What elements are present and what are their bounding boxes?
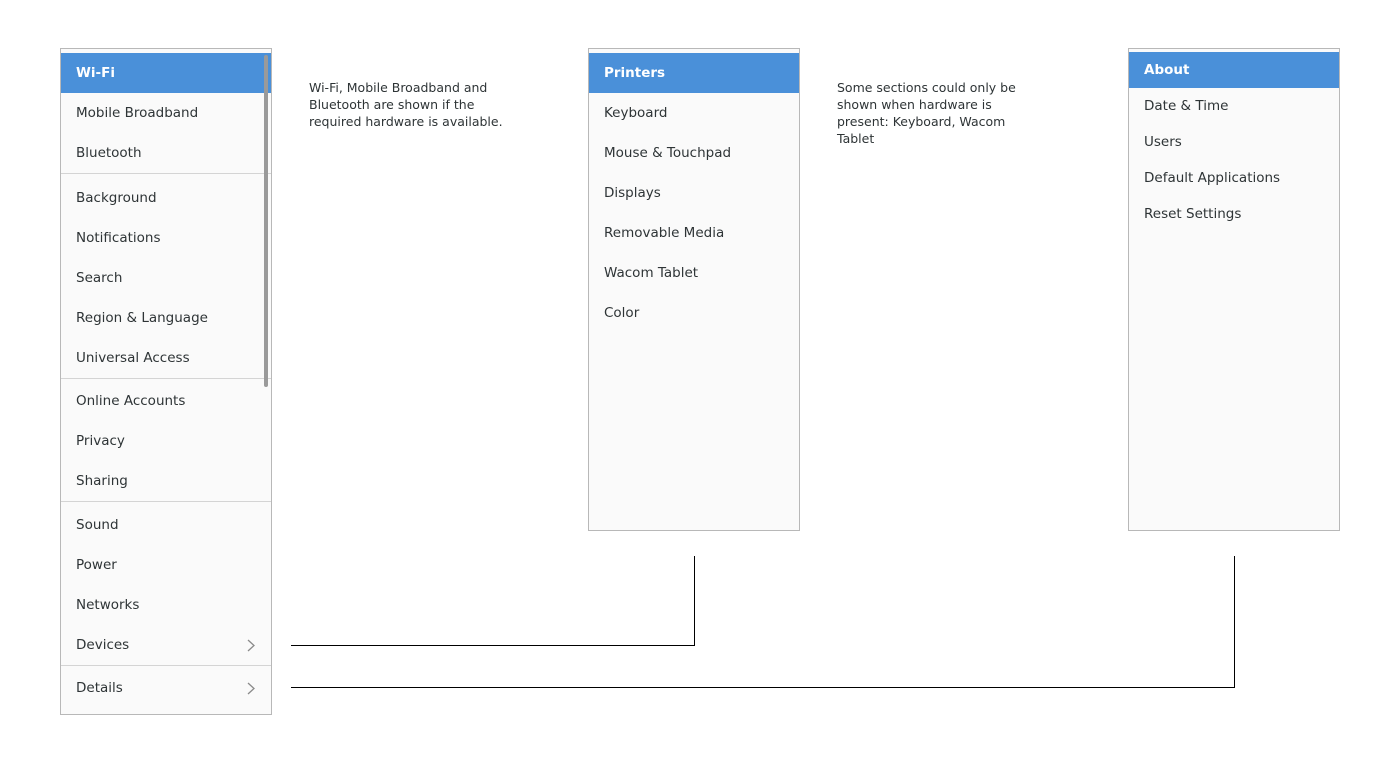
sidebar-item-privacy[interactable]: Privacy: [61, 421, 271, 461]
details-item-default-applications[interactable]: Default Applications: [1129, 160, 1339, 196]
sidebar-item-label: Devices: [76, 637, 130, 653]
details-item-about[interactable]: About: [1129, 52, 1339, 88]
sidebar-item-sound[interactable]: Sound: [61, 505, 271, 545]
connector-details-horizontal: [291, 687, 1235, 688]
sidebar-item-universal-access[interactable]: Universal Access: [61, 338, 271, 378]
devices-item-removable-media[interactable]: Removable Media: [589, 213, 799, 253]
sidebar-item-wifi[interactable]: Wi-Fi: [61, 53, 271, 93]
devices-item-color[interactable]: Color: [589, 293, 799, 333]
sidebar-item-search[interactable]: Search: [61, 258, 271, 298]
details-item-reset-settings[interactable]: Reset Settings: [1129, 196, 1339, 232]
sidebar-item-region-language[interactable]: Region & Language: [61, 298, 271, 338]
devices-item-mouse-touchpad[interactable]: Mouse & Touchpad: [589, 133, 799, 173]
details-panel: About Date & Time Users Default Applicat…: [1128, 48, 1340, 531]
sidebar-item-sharing[interactable]: Sharing: [61, 461, 271, 501]
annotation-note-hardware: Some sections could only be shown when h…: [837, 80, 1016, 146]
details-item-users[interactable]: Users: [1129, 124, 1339, 160]
sidebar-item-background[interactable]: Background: [61, 178, 271, 218]
chevron-right-icon: [247, 668, 255, 708]
details-item-date-time[interactable]: Date & Time: [1129, 88, 1339, 124]
chevron-right-icon: [247, 625, 255, 665]
sidebar-item-label: Details: [76, 680, 123, 696]
sidebar-item-details[interactable]: Details: [61, 668, 271, 708]
connector-devices-horizontal: [291, 645, 695, 646]
devices-item-keyboard[interactable]: Keyboard: [589, 93, 799, 133]
sidebar-item-power[interactable]: Power: [61, 545, 271, 585]
devices-item-displays[interactable]: Displays: [589, 173, 799, 213]
connector-devices-vertical: [694, 556, 695, 646]
scrollbar[interactable]: [264, 55, 268, 387]
sidebar-item-online-accounts[interactable]: Online Accounts: [61, 381, 271, 421]
devices-item-printers[interactable]: Printers: [589, 53, 799, 93]
sidebar-item-bluetooth[interactable]: Bluetooth: [61, 133, 271, 173]
settings-sidebar: Wi-Fi Mobile Broadband Bluetooth Backgro…: [60, 48, 272, 715]
devices-item-wacom-tablet[interactable]: Wacom Tablet: [589, 253, 799, 293]
sidebar-item-mobile-broadband[interactable]: Mobile Broadband: [61, 93, 271, 133]
sidebar-item-devices[interactable]: Devices: [61, 625, 271, 665]
annotation-note-connectivity: Wi-Fi, Mobile Broadband and Bluetooth ar…: [309, 80, 503, 129]
sidebar-item-notifications[interactable]: Notifications: [61, 218, 271, 258]
sidebar-item-networks[interactable]: Networks: [61, 585, 271, 625]
connector-details-vertical: [1234, 556, 1235, 688]
devices-panel: Printers Keyboard Mouse & Touchpad Displ…: [588, 48, 800, 531]
